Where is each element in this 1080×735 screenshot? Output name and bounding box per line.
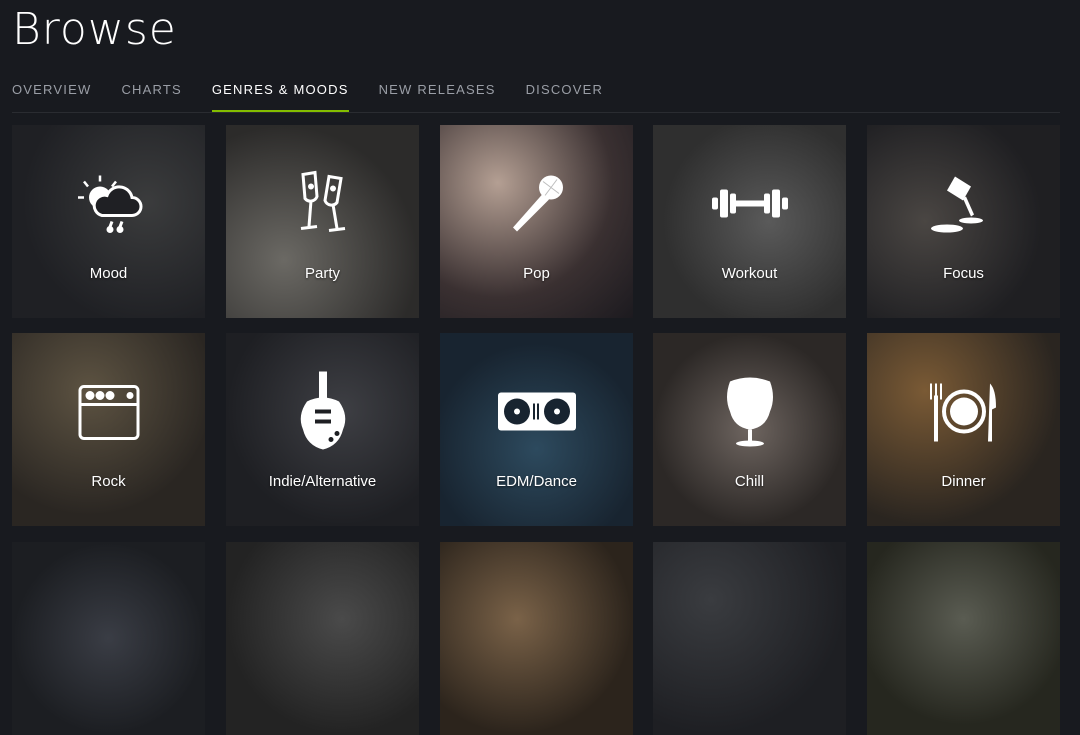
tab-discover[interactable]: DISCOVER: [526, 82, 604, 110]
tile-label: Focus: [943, 265, 984, 282]
tab-new-releases[interactable]: NEW RELEASES: [379, 82, 496, 110]
tile-pop[interactable]: Pop: [440, 125, 633, 318]
tab-charts[interactable]: CHARTS: [121, 82, 181, 110]
tile-chill[interactable]: Chill: [653, 333, 846, 526]
amplifier-icon: [76, 379, 142, 450]
tile-label: EDM/Dance: [496, 473, 577, 490]
egg-chair-icon: [722, 376, 778, 453]
desk-lamp-icon: [930, 171, 997, 242]
tile-indie-alternative[interactable]: Indie/Alternative: [226, 333, 419, 526]
tile-label: Indie/Alternative: [268, 473, 377, 490]
tile-party[interactable]: Party: [226, 125, 419, 318]
microphone-icon: [505, 172, 569, 241]
electric-guitar-icon: [293, 371, 353, 457]
browse-tabs: OVERVIEW CHARTS GENRES & MOODS NEW RELEA…: [12, 82, 1060, 113]
tile-row3-5[interactable]: [867, 542, 1060, 735]
page-title: Browse: [12, 4, 177, 55]
tile-label: Dinner: [941, 473, 986, 490]
tile-mood[interactable]: Mood: [12, 125, 205, 318]
tab-overview[interactable]: OVERVIEW: [12, 82, 91, 110]
tile-label: Pop: [523, 265, 550, 282]
tile-label: Party: [304, 265, 340, 282]
tile-row3-2[interactable]: [226, 542, 419, 735]
tile-row3-4[interactable]: [653, 542, 846, 735]
tile-label: Rock: [91, 473, 126, 490]
tile-label: Workout: [721, 265, 778, 282]
tile-edm-dance[interactable]: EDM/Dance: [440, 333, 633, 526]
dumbbell-icon: [710, 184, 790, 229]
tile-workout[interactable]: Workout: [653, 125, 846, 318]
tile-row3-3[interactable]: [440, 542, 633, 735]
tile-focus[interactable]: Focus: [867, 125, 1060, 318]
tile-dinner[interactable]: Dinner: [867, 333, 1060, 526]
turntables-icon: [497, 392, 577, 437]
tab-genres-moods[interactable]: GENRES & MOODS: [211, 82, 349, 112]
tile-rock[interactable]: Rock: [12, 333, 205, 526]
plate-cutlery-icon: [928, 382, 1000, 447]
sun-cloud-rain-icon: [72, 172, 146, 241]
tile-label: Mood: [89, 265, 128, 282]
tile-row3-1[interactable]: [12, 542, 205, 735]
champagne-glasses-icon: [293, 169, 353, 244]
tile-label: Chill: [734, 473, 765, 490]
